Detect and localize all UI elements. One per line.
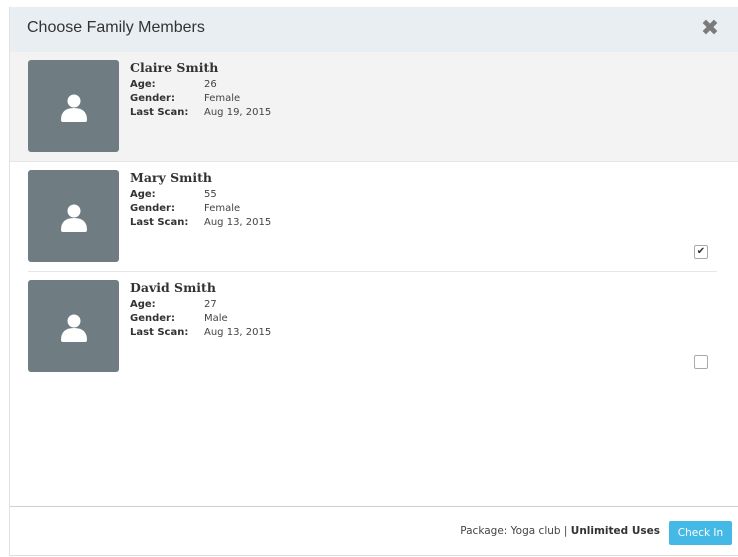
avatar (28, 60, 119, 152)
gender-label: Gender: (130, 203, 175, 214)
gender-row: Gender: Female (130, 92, 271, 106)
gender-label: Gender: (130, 93, 175, 104)
gender-label: Gender: (130, 313, 175, 324)
last-scan-value: Aug 13, 2015 (204, 217, 272, 228)
member-card-claire[interactable]: Claire Smith Age: 26 Gender: Female Last S… (10, 52, 738, 162)
last-scan-row: Last Scan: Aug 13, 2015 (130, 326, 271, 340)
member-card-david[interactable]: David Smith Age: 27 Gender: Male Last Scan… (10, 272, 738, 382)
package-info: Package: Yoga club | Unlimited Uses (460, 525, 660, 537)
dialog-footer: Package: Yoga club | Unlimited Uses Chec… (10, 506, 738, 556)
avatar (28, 280, 119, 372)
user-icon (61, 204, 87, 232)
age-label: Age: (130, 79, 156, 90)
package-plan: Unlimited Uses (570, 525, 660, 537)
member-checkbox[interactable] (694, 355, 708, 369)
check-in-button[interactable]: Check In (669, 521, 732, 545)
gender-value: Female (204, 93, 241, 104)
age-row: Age: 55 (130, 188, 271, 202)
age-value: 55 (204, 189, 217, 200)
last-scan-label: Last Scan: (130, 327, 189, 338)
user-icon (61, 94, 87, 122)
last-scan-value: Aug 13, 2015 (204, 327, 272, 338)
member-name: Mary Smith (130, 170, 213, 185)
package-name: Package: Yoga club (460, 525, 561, 537)
dialog-header: Choose Family Members ✖ (10, 7, 738, 52)
member-list: Claire Smith Age: 26 Gender: Female Last S… (10, 52, 738, 382)
dialog-title: Choose Family Members (27, 19, 205, 36)
member-checkbox[interactable]: ✔ (694, 245, 708, 259)
avatar (28, 170, 119, 262)
age-value: 26 (204, 79, 217, 90)
gender-value: Male (204, 313, 228, 324)
age-row: Age: 26 (130, 78, 271, 92)
gender-value: Female (204, 203, 241, 214)
last-scan-row: Last Scan: Aug 13, 2015 (130, 216, 271, 230)
member-info: Mary Smith Age: 55 Gender: Female Last Sca… (130, 170, 271, 230)
close-icon[interactable]: ✖ (696, 15, 724, 43)
age-label: Age: (130, 299, 156, 310)
gender-row: Gender: Female (130, 202, 271, 216)
member-info: David Smith Age: 27 Gender: Male Last Scan… (130, 280, 271, 340)
user-icon (61, 314, 87, 342)
member-card-mary[interactable]: Mary Smith Age: 55 Gender: Female Last Sca… (10, 162, 738, 272)
age-row: Age: 27 (130, 298, 271, 312)
gender-row: Gender: Male (130, 312, 271, 326)
member-info: Claire Smith Age: 26 Gender: Female Last S… (130, 60, 271, 120)
last-scan-label: Last Scan: (130, 107, 189, 118)
age-value: 27 (204, 299, 217, 310)
last-scan-label: Last Scan: (130, 217, 189, 228)
last-scan-row: Last Scan: Aug 19, 2015 (130, 106, 271, 120)
last-scan-value: Aug 19, 2015 (204, 107, 272, 118)
package-separator: | (563, 525, 568, 537)
family-members-dialog: Choose Family Members ✖ Claire Smith Age… (9, 7, 738, 556)
age-label: Age: (130, 189, 156, 200)
member-name: David Smith (130, 280, 216, 295)
member-name: Claire Smith (130, 60, 219, 75)
